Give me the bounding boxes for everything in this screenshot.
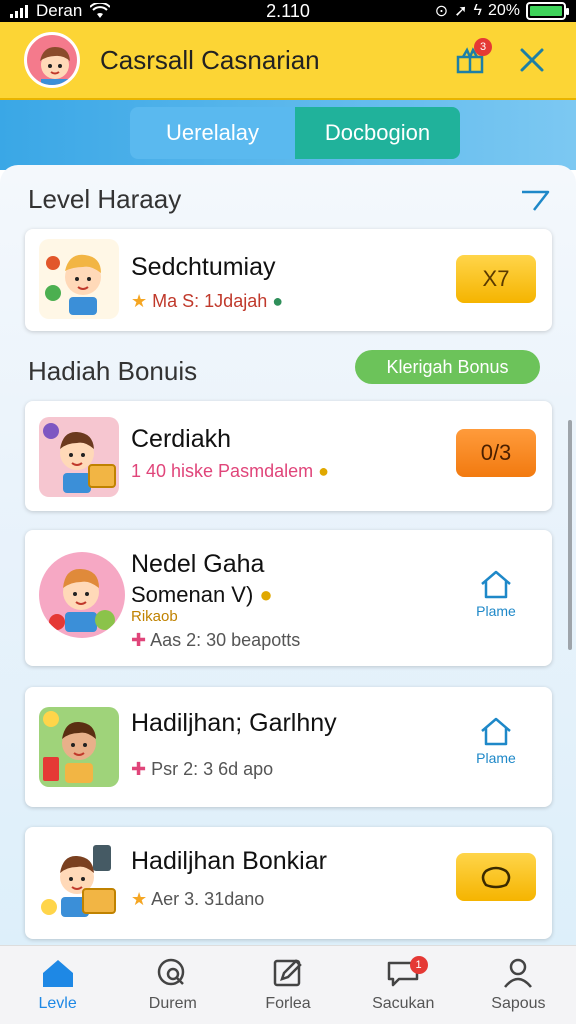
card-title: Hadiljhan; Garlhny (131, 709, 337, 737)
card-meta: ✚ Aas 2: 30 beapotts (131, 630, 300, 651)
plus-icon: ✚ (131, 630, 147, 650)
profile-icon (504, 958, 533, 988)
app-title: Casrsall Casnarian (100, 44, 320, 75)
reward-badge[interactable] (456, 853, 536, 901)
bonus-pill-button[interactable]: Klerigah Bonus (355, 350, 540, 384)
location-icon: ➚ (454, 3, 468, 20)
card-meta-text: Aas 2: 30 beapotts (150, 630, 301, 650)
scrollbar[interactable] (568, 420, 572, 650)
list-item[interactable]: Hadiljhan Bonkiar ★ Aer 3. 31dano (25, 827, 552, 939)
card-meta-text: Psr 2: 3 6d apo (151, 759, 274, 779)
signal-icon (10, 4, 28, 18)
card-title: Sedchtumiay (131, 253, 276, 281)
carrier-label: Deran (36, 1, 83, 20)
card-title: Nedel Gaha (131, 550, 265, 578)
star-icon: ★ (131, 291, 148, 311)
coin-bag-icon (481, 866, 511, 889)
list-item[interactable]: Sedchtumiay ★ Ma S: 1Jdajah ● X7 (25, 229, 552, 331)
bonus-section-title: Hadiah Bonuis (28, 356, 198, 386)
tab-bar: Uerelalay Docbogion (130, 107, 460, 159)
battery-percent: 20% (487, 2, 520, 19)
alarm-icon: ⊙ (434, 3, 449, 20)
close-button[interactable] (512, 40, 552, 80)
close-icon (520, 48, 544, 72)
card-subtitle-text: Somenan V) (131, 582, 254, 607)
card-meta: 1 40 hiske Pasmdalem ● (131, 461, 329, 482)
card-title: Hadiljhan Bonkiar (131, 847, 327, 875)
home-action-button[interactable]: Plame (468, 715, 524, 766)
card-title: Cerdiakh (131, 425, 232, 453)
card-meta-text: 1 40 hiske Pasmdalem (131, 461, 314, 481)
gift-button[interactable]: 3 (450, 38, 492, 80)
bottom-nav: Levle Durem Forlea 1 Sacukan Sapous (0, 945, 576, 1024)
avatar[interactable] (24, 32, 80, 88)
card-meta-text: Ma S: 1Jdajah (152, 291, 268, 311)
nav-label: Forlea (265, 995, 311, 1012)
filter-icon[interactable] (520, 188, 550, 214)
card-thumbnail (39, 841, 119, 921)
level-section-title: Level Haraay (28, 184, 182, 214)
edit-icon (273, 959, 302, 987)
nav-label: Sacukan (372, 995, 435, 1012)
home-icon (481, 717, 511, 746)
globe-icon: ● (272, 291, 284, 311)
wifi-icon (90, 3, 111, 18)
star-icon: ★ (131, 889, 148, 909)
status-bar: Deran 2.110 ⊙ ➚ ϟ 20% (0, 0, 576, 22)
nav-item-durem[interactable]: Durem (115, 946, 230, 1024)
app-header: Casrsall Casnarian 3 (0, 22, 576, 100)
progress-badge[interactable]: 0/3 (456, 429, 536, 477)
card-thumbnail (39, 417, 119, 497)
tab-uerelalay[interactable]: Uerelalay (130, 107, 295, 159)
notification-badge: 1 (409, 956, 428, 974)
card-meta-text: Aer 3. 31dano (151, 889, 265, 909)
home-action-button[interactable]: Plame (468, 568, 524, 619)
card-tag-text: Rikaob (131, 608, 178, 625)
nav-label: Levle (38, 995, 77, 1012)
chat-search-icon (157, 958, 185, 986)
home-action-label: Plame (476, 750, 516, 766)
reward-badge[interactable]: X7 (456, 255, 536, 303)
notification-badge: 3 (474, 38, 492, 56)
card-thumbnail (39, 239, 119, 319)
nav-label: Durem (148, 995, 197, 1012)
card-thumbnail (39, 707, 119, 787)
coin-icon: ● (318, 461, 329, 481)
card-meta: ★ Aer 3. 31dano (131, 889, 264, 910)
tab-docbogion[interactable]: Docbogion (295, 107, 460, 159)
card-thumbnail (39, 552, 125, 638)
card-tag: Rikaob (131, 608, 178, 625)
battery-icon (526, 2, 569, 20)
nav-item-sacukan[interactable]: 1 Sacukan (346, 946, 461, 1024)
nav-item-levle[interactable]: Levle (0, 946, 115, 1024)
nav-item-sapous[interactable]: Sapous (461, 946, 576, 1024)
plus-icon: ✚ (131, 759, 147, 779)
list-item[interactable]: Hadiljhan; Garlhny ✚ Psr 2: 3 6d apo Pla… (25, 687, 552, 807)
card-meta: ★ Ma S: 1Jdajah ● (131, 291, 283, 312)
card-subtitle: Somenan V) ● (131, 582, 273, 608)
coin-icon: ● (259, 582, 273, 607)
nav-label: Sapous (491, 995, 546, 1012)
list-item[interactable]: Cerdiakh 1 40 hiske Pasmdalem ● 0/3 (25, 401, 552, 511)
home-icon (42, 960, 73, 987)
card-meta: ✚ Psr 2: 3 6d apo (131, 759, 273, 780)
nav-item-forlea[interactable]: Forlea (230, 946, 345, 1024)
home-icon (481, 570, 511, 599)
list-item[interactable]: Nedel Gaha Somenan V) ● Rikaob ✚ Aas 2: … (25, 530, 552, 666)
charging-icon: ϟ (473, 2, 482, 19)
home-action-label: Plame (476, 603, 516, 619)
